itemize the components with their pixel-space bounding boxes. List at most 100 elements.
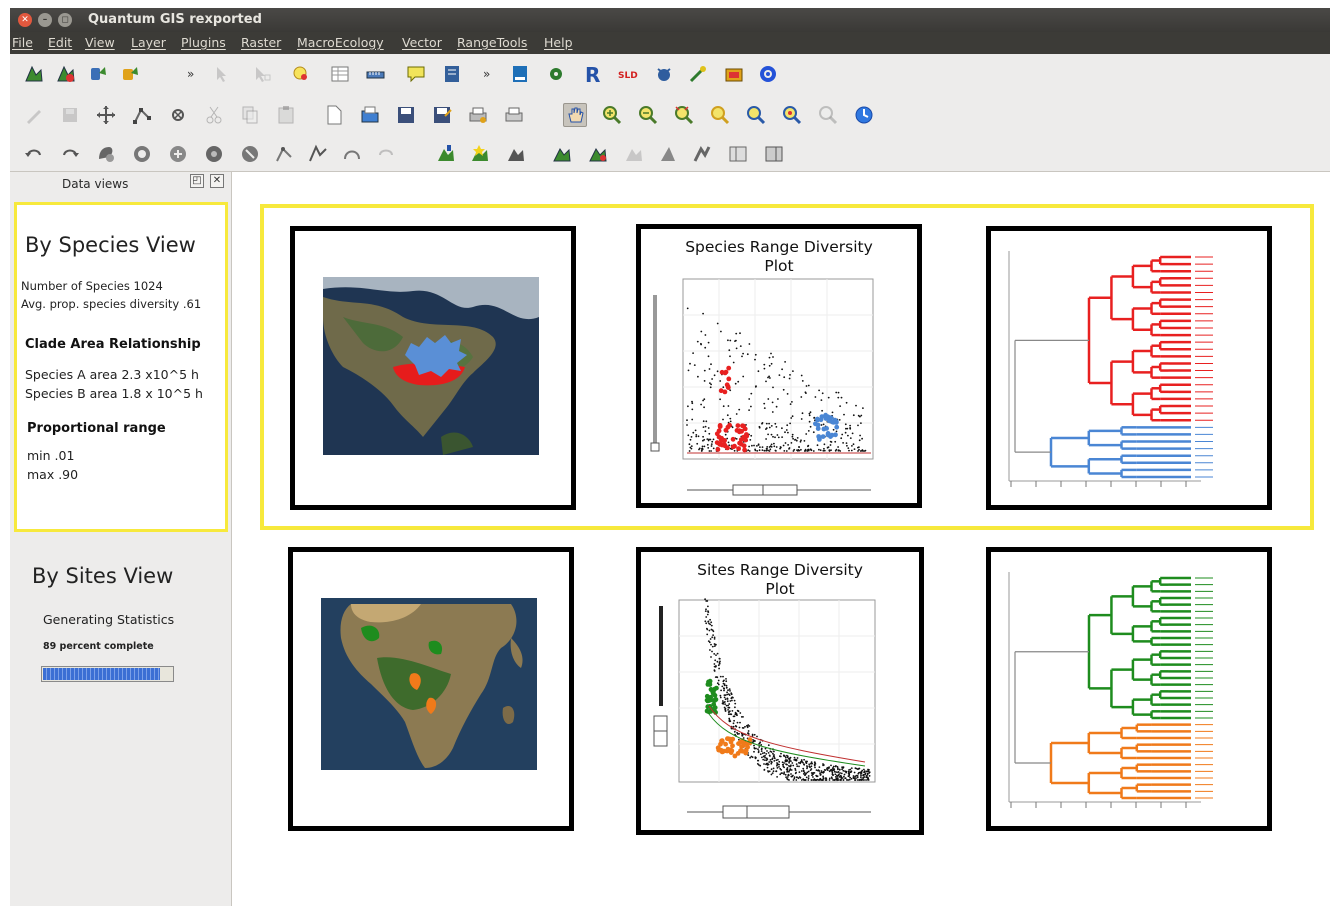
select-features-icon[interactable] <box>250 62 274 86</box>
plugin-gear-icon[interactable] <box>544 62 568 86</box>
sites-range-diversity-plot-frame[interactable]: Sites Range Diversity Plot <box>636 547 924 835</box>
vector-plugin-8-icon[interactable] <box>690 142 714 166</box>
vector-plugin-3-icon[interactable] <box>504 142 528 166</box>
plugin-screen-icon[interactable] <box>722 62 746 86</box>
vector-plugin-9-icon[interactable] <box>726 142 750 166</box>
menu-raster[interactable]: Raster <box>241 35 281 50</box>
attribute-table-icon[interactable] <box>328 62 352 86</box>
delete-part-icon[interactable] <box>272 142 296 166</box>
close-window-button[interactable]: ✕ <box>18 13 32 27</box>
add-postgis-layer-icon[interactable] <box>86 62 110 86</box>
add-raster-layer-icon[interactable] <box>54 62 78 86</box>
species-clade-dendrogram-frame[interactable] <box>986 226 1272 510</box>
sites-plot-point <box>798 765 800 768</box>
plugin-bug-icon[interactable] <box>652 62 676 86</box>
cut-features-icon[interactable] <box>202 103 226 127</box>
toggle-editing-icon[interactable] <box>22 103 46 127</box>
plugin-settings-icon[interactable] <box>756 62 780 86</box>
menu-plugins[interactable]: Plugins <box>181 35 226 50</box>
species-plot-point <box>834 449 837 452</box>
vector-plugin-7-icon[interactable] <box>656 142 680 166</box>
map-canvas[interactable]: Species Range Diversity Plot Sites Range… <box>242 172 1330 906</box>
species-plot-point <box>812 450 815 452</box>
sites-plot-point <box>741 734 744 737</box>
vector-plugin-4-icon[interactable] <box>550 142 574 166</box>
menu-macroecology[interactable]: MacroEcology <box>297 35 384 50</box>
vector-plugin-2-icon[interactable] <box>468 142 492 166</box>
save-edits-icon[interactable] <box>58 103 82 127</box>
overflow-chevron-icon[interactable]: » <box>180 62 204 86</box>
map-tips-icon[interactable] <box>404 62 428 86</box>
delete-selected-icon[interactable] <box>166 103 190 127</box>
overflow-chevron-icon-2[interactable]: » <box>476 62 500 86</box>
species-view-panel[interactable]: By Species View Number of Species 1024 A… <box>14 202 228 532</box>
menu-help[interactable]: Help <box>544 35 573 50</box>
copy-features-icon[interactable] <box>238 103 262 127</box>
sites-plot-point <box>863 768 865 771</box>
zoom-to-layer-icon[interactable] <box>744 103 768 127</box>
save-project-icon[interactable] <box>394 103 418 127</box>
save-as-project-icon[interactable] <box>430 103 454 127</box>
search-attributes-icon[interactable] <box>290 62 314 86</box>
sites-plot-point <box>788 779 790 781</box>
print-composer-icon[interactable] <box>466 103 490 127</box>
new-project-icon[interactable] <box>322 103 346 127</box>
node-tool-icon[interactable] <box>130 103 154 127</box>
menu-edit[interactable]: Edit <box>48 35 72 50</box>
print-icon[interactable] <box>502 103 526 127</box>
zoom-last-icon[interactable] <box>780 103 804 127</box>
maximize-window-button[interactable]: ◻ <box>58 13 72 27</box>
vector-plugin-10-icon[interactable] <box>762 142 786 166</box>
pan-map-icon[interactable] <box>563 103 587 127</box>
add-wms-layer-icon[interactable] <box>118 62 142 86</box>
sites-range-map-frame[interactable] <box>288 547 574 831</box>
add-part-icon[interactable] <box>166 142 190 166</box>
dock-close-button[interactable]: ✕ <box>210 174 224 188</box>
vector-plugin-5-icon[interactable] <box>586 142 610 166</box>
zoom-in-icon[interactable] <box>600 103 624 127</box>
refresh-icon[interactable] <box>852 103 876 127</box>
species-range-map-frame[interactable] <box>290 226 576 510</box>
vector-plugin-6-icon[interactable] <box>622 142 646 166</box>
sites-clade-dendrogram-frame[interactable] <box>986 547 1272 831</box>
zoom-out-icon[interactable] <box>636 103 660 127</box>
paste-features-icon[interactable] <box>274 103 298 127</box>
sites-plot-point <box>713 645 716 647</box>
identify-features-icon[interactable] <box>210 62 234 86</box>
zoom-to-selection-icon[interactable] <box>708 103 732 127</box>
move-feature-icon[interactable] <box>94 103 118 127</box>
reshape-features-icon[interactable] <box>306 142 330 166</box>
menu-file[interactable]: File <box>12 35 33 50</box>
zoom-full-icon[interactable] <box>672 103 696 127</box>
sld-plugin-icon[interactable]: SLD <box>616 62 640 86</box>
redo-icon[interactable] <box>58 142 82 166</box>
menu-vector[interactable]: Vector <box>402 35 442 50</box>
add-ring-icon[interactable] <box>130 142 154 166</box>
r-plugin-icon[interactable]: R <box>580 62 604 86</box>
undo-icon[interactable] <box>22 142 46 166</box>
offset-curve-icon[interactable] <box>340 142 364 166</box>
new-vector-layer-icon[interactable] <box>22 62 46 86</box>
measure-line-icon[interactable] <box>364 62 388 86</box>
new-bookmark-icon[interactable] <box>440 62 464 86</box>
plugin-doc-icon[interactable] <box>508 62 532 86</box>
fill-ring-icon[interactable] <box>202 142 226 166</box>
species-range-diversity-plot-frame[interactable]: Species Range Diversity Plot <box>636 224 922 508</box>
open-project-icon[interactable] <box>358 103 382 127</box>
delete-ring-icon[interactable] <box>238 142 262 166</box>
vector-plugin-1-icon[interactable] <box>434 142 458 166</box>
minimize-window-button[interactable]: – <box>38 13 52 27</box>
dock-float-button[interactable]: ◰ <box>190 174 204 188</box>
sites-plot-point <box>763 768 766 771</box>
rotate-label-icon[interactable] <box>374 142 398 166</box>
species-plot-point <box>728 349 731 352</box>
species-plot-point <box>748 445 750 448</box>
species-plot-point <box>820 399 823 401</box>
zoom-next-icon[interactable] <box>816 103 840 127</box>
simplify-feature-icon[interactable] <box>94 142 118 166</box>
menu-layer[interactable]: Layer <box>131 35 166 50</box>
sites-view-panel[interactable]: By Sites View Generating Statistics 89 p… <box>14 540 228 904</box>
plugin-wand-icon[interactable] <box>686 62 710 86</box>
menu-rangetools[interactable]: RangeTools <box>457 35 527 50</box>
menu-view[interactable]: View <box>85 35 115 50</box>
